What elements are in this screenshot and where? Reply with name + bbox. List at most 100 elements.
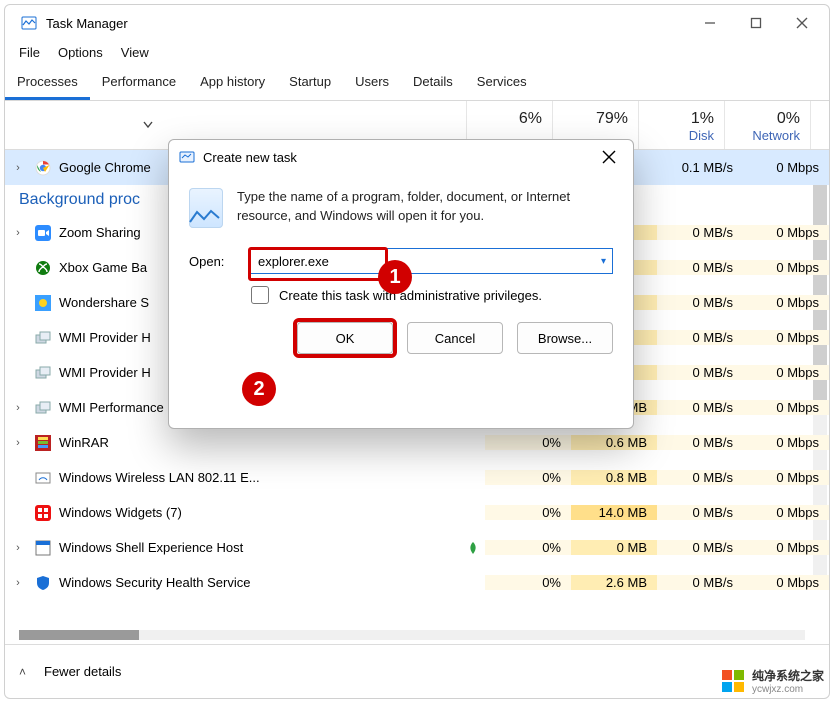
cell-cpu: 0% xyxy=(485,505,571,520)
expand-chevron-icon[interactable]: › xyxy=(5,227,25,239)
cell-network: 0 Mbps xyxy=(743,575,829,590)
cell-network: 0 Mbps xyxy=(743,470,829,485)
cell-disk: 0 MB/s xyxy=(657,435,743,450)
cell-network: 0 Mbps xyxy=(743,365,829,380)
tab-performance[interactable]: Performance xyxy=(90,68,188,100)
titlebar: Task Manager xyxy=(5,5,829,41)
minimize-button[interactable] xyxy=(687,7,733,39)
expand-chevron-icon[interactable]: › xyxy=(5,577,25,589)
cell-memory: 14.0 MB xyxy=(571,505,657,520)
cell-disk: 0 MB/s xyxy=(657,540,743,555)
cell-disk: 0 MB/s xyxy=(657,330,743,345)
watermark: 纯净系统之家 ycwjxz.com xyxy=(722,667,824,695)
menu-file[interactable]: File xyxy=(19,45,40,60)
expand-chevron-icon[interactable]: › xyxy=(5,437,25,449)
process-row[interactable]: Windows Wireless LAN 802.11 E...0%0.8 MB… xyxy=(5,460,829,495)
tab-startup[interactable]: Startup xyxy=(277,68,343,100)
expand-chevron-icon[interactable]: › xyxy=(5,542,25,554)
process-icon xyxy=(35,260,51,276)
cell-network: 0 Mbps xyxy=(743,225,829,240)
sort-chevron-down-icon[interactable] xyxy=(143,120,153,130)
hscroll-thumb[interactable] xyxy=(19,630,139,640)
process-icon xyxy=(35,540,51,556)
ok-button[interactable]: OK xyxy=(297,322,393,354)
tab-users[interactable]: Users xyxy=(343,68,401,100)
expand-chevron-icon[interactable]: › xyxy=(5,162,25,174)
process-icon xyxy=(35,470,51,486)
process-icon xyxy=(35,505,51,521)
cell-cpu: 0% xyxy=(485,540,571,555)
cell-disk: 0 MB/s xyxy=(657,260,743,275)
process-row[interactable]: Windows Widgets (7)0%14.0 MB0 MB/s0 Mbps xyxy=(5,495,829,530)
cell-cpu: 0% xyxy=(485,575,571,590)
cell-memory: 0 MB xyxy=(571,540,657,555)
menu-view[interactable]: View xyxy=(121,45,149,60)
cell-disk: 0 MB/s xyxy=(657,400,743,415)
cell-memory: 0.6 MB xyxy=(571,435,657,450)
process-name: Windows Wireless LAN 802.11 E... xyxy=(59,470,485,485)
admin-checkbox[interactable] xyxy=(251,286,269,304)
dialog-title: Create new task xyxy=(203,150,591,165)
cell-disk: 0 MB/s xyxy=(657,225,743,240)
dialog-message: Type the name of a program, folder, docu… xyxy=(237,188,613,226)
process-name: WinRAR xyxy=(59,435,485,450)
dialog-titlebar: Create new task xyxy=(169,140,633,174)
process-row[interactable]: › Windows Security Health Service0%2.6 MB… xyxy=(5,565,829,600)
cell-network: 0 Mbps xyxy=(743,540,829,555)
cell-network: 0 Mbps xyxy=(743,435,829,450)
tabs: Processes Performance App history Startu… xyxy=(5,68,829,101)
app-title: Task Manager xyxy=(46,16,687,31)
run-icon xyxy=(189,188,223,228)
process-icon xyxy=(35,400,51,416)
cell-disk: 0 MB/s xyxy=(657,295,743,310)
process-icon xyxy=(35,295,51,311)
chevron-down-icon[interactable]: ▾ xyxy=(601,256,606,267)
col-network[interactable]: 0%Network xyxy=(725,101,811,149)
process-icon xyxy=(35,225,51,241)
close-button[interactable] xyxy=(779,7,825,39)
cell-disk: 0 MB/s xyxy=(657,575,743,590)
cell-network: 0 Mbps xyxy=(743,505,829,520)
process-row[interactable]: › WinRAR0%0.6 MB0 MB/s0 Mbps xyxy=(5,425,829,460)
browse-button[interactable]: Browse... xyxy=(517,322,613,354)
tab-services[interactable]: Services xyxy=(465,68,539,100)
maximize-button[interactable] xyxy=(733,7,779,39)
chevron-up-icon[interactable]: ˄ xyxy=(19,665,26,679)
tab-processes[interactable]: Processes xyxy=(5,68,90,100)
open-combobox[interactable]: explorer.exe ▾ xyxy=(249,248,613,274)
fewer-details-link[interactable]: Fewer details xyxy=(44,664,121,679)
menubar: File Options View xyxy=(5,41,829,68)
callout-badge-1: 1 xyxy=(378,260,412,294)
process-icon xyxy=(35,160,51,176)
menu-options[interactable]: Options xyxy=(58,45,103,60)
process-name: Windows Shell Experience Host xyxy=(59,540,467,555)
cell-network: 0 Mbps xyxy=(743,295,829,310)
leaf-icon xyxy=(467,541,479,555)
tab-app-history[interactable]: App history xyxy=(188,68,277,100)
watermark-logo xyxy=(722,670,744,692)
run-icon-small xyxy=(179,149,195,165)
process-name: Windows Widgets (7) xyxy=(59,505,485,520)
expand-chevron-icon[interactable]: › xyxy=(5,402,25,414)
cell-memory: 2.6 MB xyxy=(571,575,657,590)
tab-details[interactable]: Details xyxy=(401,68,465,100)
dialog-close-button[interactable] xyxy=(591,143,627,171)
process-name: Windows Security Health Service xyxy=(59,575,485,590)
cell-disk: 0 MB/s xyxy=(657,470,743,485)
watermark-url: ycwjxz.com xyxy=(752,684,824,695)
open-value: explorer.exe xyxy=(258,254,329,269)
horizontal-scrollbar[interactable] xyxy=(19,630,805,640)
cell-disk: 0 MB/s xyxy=(657,365,743,380)
process-row[interactable]: › Windows Shell Experience Host 0%0 MB0 MB… xyxy=(5,530,829,565)
cell-network: 0 Mbps xyxy=(743,160,829,175)
callout-badge-2: 2 xyxy=(242,372,276,406)
cell-network: 0 Mbps xyxy=(743,260,829,275)
cell-cpu: 0% xyxy=(485,435,571,450)
cell-disk: 0 MB/s xyxy=(657,505,743,520)
cancel-button[interactable]: Cancel xyxy=(407,322,503,354)
col-disk[interactable]: 1%Disk xyxy=(639,101,725,149)
admin-checkbox-label: Create this task with administrative pri… xyxy=(279,288,542,303)
process-icon xyxy=(35,435,51,451)
footer: ˄ Fewer details xyxy=(5,644,829,698)
process-icon xyxy=(35,365,51,381)
